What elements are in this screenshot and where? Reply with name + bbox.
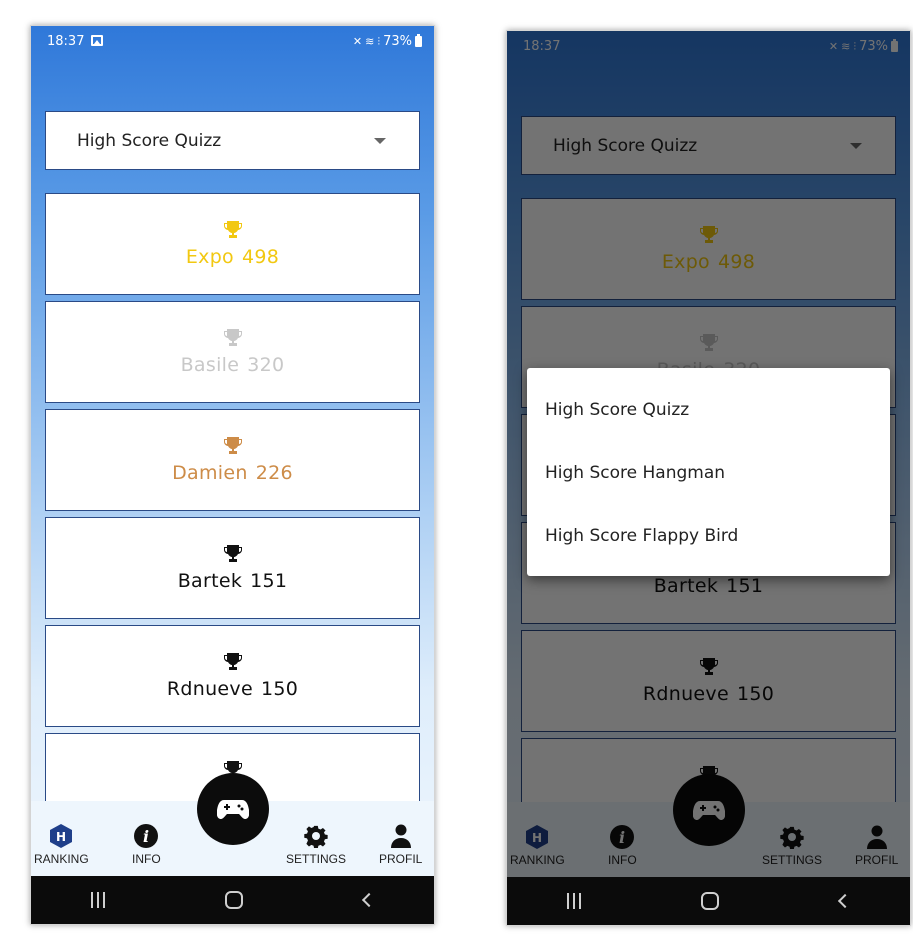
gamepad-icon bbox=[217, 800, 249, 819]
status-indicators: ✕ ≋ ⫶ 73% bbox=[353, 34, 422, 49]
back-icon[interactable] bbox=[361, 892, 376, 908]
ranking-entry-text: Basile 320 bbox=[181, 354, 285, 376]
status-time: 18:37 bbox=[47, 34, 85, 49]
home-icon[interactable] bbox=[225, 891, 244, 909]
player-name: Expo bbox=[185, 246, 234, 268]
trophy-icon bbox=[223, 653, 242, 670]
nav-ranking-label: RANKING bbox=[34, 852, 89, 866]
player-name: Basile bbox=[180, 354, 240, 376]
ranking-entry-text: Bartek 151 bbox=[178, 570, 288, 592]
nav-profil-label: PROFIL bbox=[379, 852, 423, 866]
ranking-entry-text: Damien 226 bbox=[172, 462, 293, 484]
info-icon: i bbox=[133, 823, 159, 849]
ranking-card-2[interactable]: Basile 320 bbox=[45, 301, 420, 403]
trophy-icon bbox=[223, 437, 242, 454]
phone-screen-right: 18:37 ✕ ≋ ⫶ 73% High Score Quizz Expo498… bbox=[506, 30, 911, 926]
nav-info[interactable]: i INFO bbox=[132, 823, 161, 866]
game-select-dropdown[interactable]: High Score Quizz bbox=[45, 111, 420, 170]
ranking-list: Expo 498 Basile 320 Damien 226 Bartek 151 Rd… bbox=[45, 193, 420, 828]
dropdown-menu: High Score Quizz High Score Hangman High… bbox=[527, 368, 890, 576]
ranking-hexagon-icon: H bbox=[48, 823, 74, 849]
player-name: Rdnueve bbox=[166, 678, 253, 700]
ranking-entry-text: Rdnueve 150 bbox=[167, 678, 298, 700]
battery-icon bbox=[415, 34, 422, 47]
recent-apps-icon[interactable] bbox=[91, 892, 106, 908]
player-score: 498 bbox=[241, 246, 280, 268]
phone-screen-left: 18:37 ✕ ≋ ⫶ 73% High Score Quizz Expo 498… bbox=[30, 25, 435, 925]
battery-percent: 73% bbox=[383, 34, 412, 49]
nav-settings-label: SETTINGS bbox=[286, 852, 347, 866]
player-score: 151 bbox=[250, 570, 288, 592]
bottom-navigation: H RANKING i INFO SETTINGS PROFIL bbox=[31, 773, 434, 876]
home-icon[interactable] bbox=[701, 892, 720, 910]
wifi-icon: ≋ bbox=[365, 35, 375, 48]
mute-icon: ✕ bbox=[352, 35, 363, 48]
menu-option-flappy-bird[interactable]: High Score Flappy Bird bbox=[527, 512, 890, 575]
status-bar: 18:37 ✕ ≋ ⫶ 73% bbox=[31, 26, 434, 60]
player-score: 320 bbox=[247, 354, 285, 376]
signal-icon: ⫶ bbox=[377, 34, 381, 48]
system-navigation-bar bbox=[31, 876, 434, 924]
menu-option-quizz[interactable]: High Score Quizz bbox=[527, 386, 890, 449]
trophy-icon bbox=[223, 221, 242, 238]
chevron-down-icon bbox=[374, 138, 386, 144]
ranking-entry-text: Expo 498 bbox=[186, 246, 279, 268]
nav-ranking[interactable]: H RANKING bbox=[34, 823, 89, 866]
svg-text:H: H bbox=[56, 830, 66, 844]
nav-info-label: INFO bbox=[132, 852, 161, 866]
ranking-card-1[interactable]: Expo 498 bbox=[45, 193, 420, 295]
svg-text:i: i bbox=[143, 827, 149, 846]
recent-apps-icon[interactable] bbox=[567, 893, 582, 909]
ranking-card-4[interactable]: Bartek 151 bbox=[45, 517, 420, 619]
ranking-card-5[interactable]: Rdnueve 150 bbox=[45, 625, 420, 727]
nav-profil[interactable]: PROFIL bbox=[379, 823, 422, 866]
user-icon bbox=[388, 823, 414, 849]
player-score: 150 bbox=[260, 678, 299, 700]
back-icon[interactable] bbox=[837, 893, 852, 909]
menu-option-hangman[interactable]: High Score Hangman bbox=[527, 449, 890, 512]
nav-settings[interactable]: SETTINGS bbox=[286, 823, 346, 866]
ranking-card-3[interactable]: Damien 226 bbox=[45, 409, 420, 511]
player-score: 226 bbox=[255, 462, 293, 484]
player-name: Damien bbox=[172, 462, 248, 484]
gear-icon bbox=[303, 823, 329, 849]
player-name: Bartek bbox=[177, 570, 243, 592]
play-game-button[interactable] bbox=[197, 773, 269, 845]
dropdown-selected-value: High Score Quizz bbox=[77, 130, 222, 151]
gallery-icon bbox=[91, 35, 103, 46]
trophy-icon bbox=[223, 545, 242, 562]
trophy-icon bbox=[223, 329, 242, 346]
system-navigation-bar bbox=[507, 877, 910, 925]
